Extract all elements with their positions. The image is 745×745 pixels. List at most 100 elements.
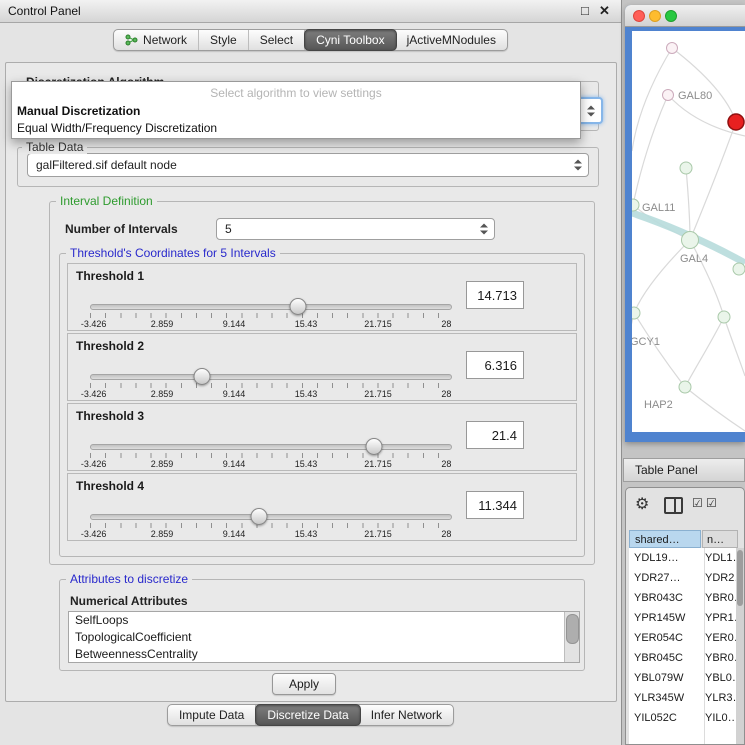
table-row[interactable]: YDR27… YDR2… <box>629 568 736 588</box>
network-window-titlebar[interactable] <box>625 5 745 27</box>
table-row[interactable]: YBL079W YBL0… <box>629 668 736 688</box>
network-node-gal4[interactable] <box>682 232 699 249</box>
network-node-gal80[interactable] <box>663 90 674 101</box>
cell-name[interactable]: YLR3… <box>705 688 736 708</box>
gear-icon[interactable]: ⚙ <box>635 494 649 514</box>
close-traffic-icon[interactable] <box>633 10 645 22</box>
number-of-intervals-combobox[interactable]: 5 <box>216 218 495 240</box>
list-item[interactable]: TopologicalCoefficient <box>69 629 579 646</box>
node-label: HAP2 <box>644 399 673 411</box>
network-node[interactable] <box>718 311 730 323</box>
cell-name[interactable]: YBR0… <box>705 648 736 668</box>
threshold-4-label: Threshold 4 <box>76 479 144 493</box>
tab-cyni-toolbox[interactable]: Cyni Toolbox <box>304 29 396 51</box>
tab-discretize-data[interactable]: Discretize Data <box>255 704 360 726</box>
cell-shared-name[interactable]: YIL052C <box>634 708 701 728</box>
network-node-hap2[interactable] <box>679 381 691 393</box>
cell-name[interactable]: YBR0… <box>705 588 736 608</box>
list-item[interactable]: BetweennessCentrality <box>69 646 579 663</box>
stepper-icon <box>480 224 488 235</box>
network-node[interactable] <box>733 263 745 275</box>
network-node[interactable] <box>667 43 678 54</box>
slider-track[interactable] <box>90 444 452 450</box>
checkbox-icon[interactable]: ☑ <box>706 496 717 510</box>
scale-tick: 2.859 <box>151 319 174 329</box>
selected-red-node[interactable] <box>728 114 744 130</box>
threshold-2-slider[interactable]: -3.426 2.859 9.144 15.43 21.715 28 <box>90 372 450 398</box>
tab-style[interactable]: Style <box>199 30 249 50</box>
table-row[interactable]: YBR045C YBR0… <box>629 648 736 668</box>
cell-shared-name[interactable]: YLR345W <box>634 688 701 708</box>
control-panel-titlebar[interactable]: Control Panel □ ✕ <box>0 0 621 23</box>
threshold-4-slider[interactable]: -3.426 2.859 9.144 15.43 21.715 28 <box>90 512 450 538</box>
table-row[interactable]: YDL19… YDL1… <box>629 548 736 568</box>
slider-track[interactable] <box>90 514 452 520</box>
columns-icon[interactable] <box>664 497 683 514</box>
cell-shared-name[interactable]: YDL19… <box>634 548 701 568</box>
close-icon[interactable]: ✕ <box>599 3 610 19</box>
threshold-3-slider[interactable]: -3.426 2.859 9.144 15.43 21.715 28 <box>90 442 450 468</box>
table-row[interactable]: YER054C YER0… <box>629 628 736 648</box>
threshold-4-value-field[interactable]: 11.344 <box>466 491 524 519</box>
table-scrollbar[interactable] <box>736 548 744 744</box>
slider-handle[interactable] <box>251 508 268 525</box>
list-scrollbar[interactable] <box>564 612 579 662</box>
cell-name[interactable]: YPR1… <box>705 608 736 628</box>
scale-tick: -3.426 <box>81 459 107 469</box>
threshold-3-value-field[interactable]: 21.4 <box>466 421 524 449</box>
scale-tick: 15.43 <box>295 459 318 469</box>
tab-network[interactable]: Network <box>114 30 199 50</box>
slider-track[interactable] <box>90 304 452 310</box>
cell-name[interactable]: YBL0… <box>705 668 736 688</box>
stepper-icon[interactable] <box>587 105 595 116</box>
tab-jactivemnodules[interactable]: jActiveMNodules <box>396 30 507 50</box>
dropdown-item-equal-width[interactable]: Equal Width/Frequency Discretization <box>17 121 217 135</box>
threshold-1-slider[interactable]: -3.426 2.859 9.144 15.43 21.715 28 <box>90 302 450 328</box>
numerical-attributes-list: SelfLoops TopologicalCoefficient Between… <box>68 611 580 663</box>
tab-impute-data[interactable]: Impute Data <box>168 705 256 725</box>
cell-name[interactable]: YIL0… <box>705 708 736 728</box>
table-data-combobox[interactable]: galFiltered.sif default node <box>27 153 589 177</box>
cell-shared-name[interactable]: YER054C <box>634 628 701 648</box>
scale-tick: 9.144 <box>223 319 246 329</box>
slider-track[interactable] <box>90 374 452 380</box>
restore-icon[interactable]: □ <box>581 3 589 19</box>
tab-label: Cyni Toolbox <box>316 33 384 47</box>
minimize-traffic-icon[interactable] <box>649 10 661 22</box>
cell-name[interactable]: YER0… <box>705 628 736 648</box>
network-canvas[interactable]: GAL80 GAL11 GAL4 GCY1 HAP2 <box>632 31 745 432</box>
threshold-1-value-field[interactable]: 14.713 <box>466 281 524 309</box>
slider-handle[interactable] <box>193 368 210 385</box>
tab-infer-network[interactable]: Infer Network <box>360 705 453 725</box>
column-header-shared-name[interactable]: shared… <box>629 530 701 548</box>
dropdown-item-manual[interactable]: Manual Discretization <box>17 104 140 118</box>
interval-definition-title: Interval Definition <box>56 194 157 208</box>
column-header-name[interactable]: n… <box>702 530 738 548</box>
cell-name[interactable]: YDR2… <box>705 568 736 588</box>
zoom-traffic-icon[interactable] <box>665 10 677 22</box>
cell-shared-name[interactable]: YPR145W <box>634 608 701 628</box>
table-row[interactable]: YBR043C YBR0… <box>629 588 736 608</box>
table-panel-header[interactable]: Table Panel <box>623 458 745 482</box>
table-row[interactable]: YIL052C YIL0… <box>629 708 736 728</box>
cell-shared-name[interactable]: YBR045C <box>634 648 701 668</box>
list-item[interactable]: SelfLoops <box>69 612 579 629</box>
apply-button[interactable]: Apply <box>272 673 336 695</box>
threshold-2-value-field[interactable]: 6.316 <box>466 351 524 379</box>
network-node-gal11[interactable] <box>632 199 639 211</box>
slider-handle[interactable] <box>366 438 383 455</box>
cell-shared-name[interactable]: YBL079W <box>634 668 701 688</box>
scrollbar-thumb[interactable] <box>737 550 743 606</box>
scrollbar-thumb[interactable] <box>566 614 579 644</box>
slider-handle[interactable] <box>289 298 306 315</box>
checkbox-icon[interactable]: ☑ <box>692 496 703 510</box>
table-row[interactable]: YLR345W YLR3… <box>629 688 736 708</box>
cell-name[interactable]: YDL1… <box>705 548 736 568</box>
network-node[interactable] <box>680 162 692 174</box>
cell-shared-name[interactable]: YBR043C <box>634 588 701 608</box>
table-row[interactable]: YPR145W YPR1… <box>629 608 736 628</box>
scale-tick: 2.859 <box>151 459 174 469</box>
cell-shared-name[interactable]: YDR27… <box>634 568 701 588</box>
tab-select[interactable]: Select <box>249 30 305 50</box>
network-node-gcy1[interactable] <box>632 307 640 319</box>
